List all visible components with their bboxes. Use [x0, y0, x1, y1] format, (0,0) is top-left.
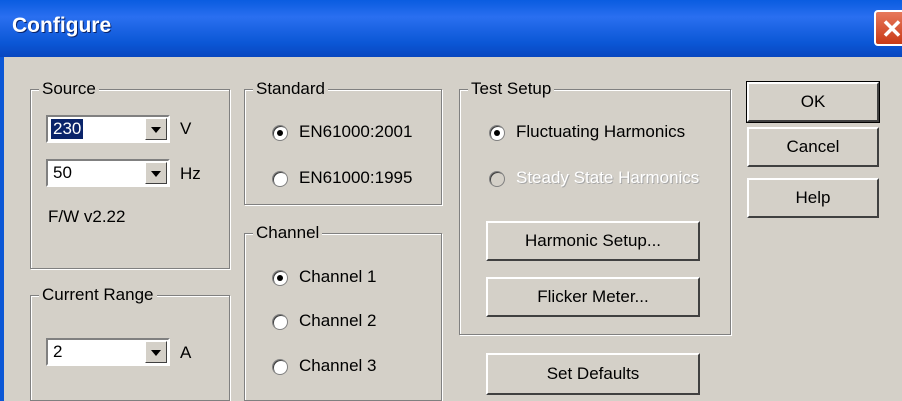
set-defaults-label: Set Defaults	[546, 364, 640, 383]
current-range-unit: A	[180, 343, 192, 362]
test-setup-label: Test Setup	[468, 79, 555, 99]
cancel-button[interactable]: Cancel	[747, 127, 879, 167]
frequency-select[interactable]: 50	[46, 159, 170, 187]
radio-checked-icon[interactable]	[272, 270, 288, 286]
radio-checked-icon[interactable]	[272, 125, 288, 141]
harmonic-setup-button[interactable]: Harmonic Setup...	[486, 221, 700, 261]
ok-label: OK	[800, 92, 826, 111]
radio-disabled-icon	[489, 171, 505, 187]
radio-unchecked-icon[interactable]	[272, 314, 288, 330]
frequency-value: 50	[53, 163, 72, 182]
firmware-version: F/W v2.22	[48, 207, 126, 226]
radio-label: Channel 2	[299, 311, 377, 330]
radio-label: Steady State Harmonics	[516, 168, 700, 187]
help-button[interactable]: Help	[747, 178, 879, 218]
voltage-value: 230	[51, 119, 84, 139]
close-button[interactable]: ✕	[874, 10, 902, 46]
window-title: Configure	[12, 14, 112, 37]
harmonic-setup-label: Harmonic Setup...	[524, 231, 662, 250]
standard-label: Standard	[253, 79, 328, 99]
radio-checked-icon[interactable]	[489, 125, 505, 141]
flicker-meter-button[interactable]: Flicker Meter...	[486, 277, 700, 317]
voltage-unit: V	[180, 119, 192, 138]
chevron-down-icon[interactable]	[145, 162, 167, 184]
frequency-unit: Hz	[180, 164, 201, 183]
radio-label: EN61000:1995	[299, 168, 413, 187]
radio-label: Channel 3	[299, 356, 377, 375]
cancel-label: Cancel	[786, 137, 840, 156]
current-range-select[interactable]: 2	[46, 338, 170, 366]
source-label: Source	[39, 79, 99, 99]
radio-unchecked-icon[interactable]	[272, 359, 288, 375]
voltage-select[interactable]: 230	[46, 115, 170, 143]
radio-label: Channel 1	[299, 267, 377, 286]
ok-button[interactable]: OK	[746, 81, 880, 123]
dialog-body: Source 230 V 50 Hz F/W v2.22 Current Ran…	[0, 57, 902, 401]
radio-label: EN61000:2001	[299, 122, 413, 141]
close-icon: ✕	[881, 14, 902, 44]
chevron-down-icon[interactable]	[145, 341, 167, 363]
radio-unchecked-icon[interactable]	[272, 171, 288, 187]
channel-label: Channel	[253, 223, 323, 243]
current-range-label: Current Range	[39, 285, 157, 305]
title-bar: Configure ✕	[0, 0, 902, 57]
radio-label: Fluctuating Harmonics	[516, 122, 686, 141]
set-defaults-button[interactable]: Set Defaults	[486, 353, 700, 395]
chevron-down-icon[interactable]	[145, 118, 167, 140]
flicker-meter-label: Flicker Meter...	[537, 287, 649, 306]
current-range-value: 2	[53, 342, 63, 361]
help-label: Help	[795, 188, 831, 207]
